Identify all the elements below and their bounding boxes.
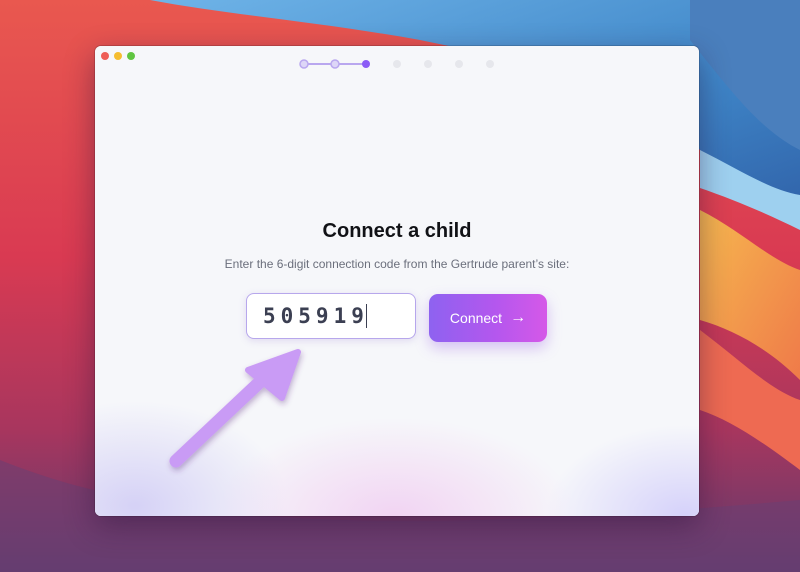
connect-button[interactable]: Connect → <box>429 294 547 342</box>
page-title: Connect a child <box>322 220 472 242</box>
connect-button-label: Connect <box>449 310 503 326</box>
connection-code-value[interactable]: 505919 <box>263 304 369 328</box>
arrow-right-icon: → <box>510 309 527 326</box>
connection-code-input[interactable]: 505919 <box>246 293 416 339</box>
app-window: Connect a child Enter the 6-digit connec… <box>95 46 699 516</box>
text-caret <box>365 304 368 328</box>
connect-panel: Connect a child Enter the 6-digit connec… <box>95 46 699 516</box>
instructions-text: Enter the 6-digit connection code from t… <box>224 257 570 271</box>
